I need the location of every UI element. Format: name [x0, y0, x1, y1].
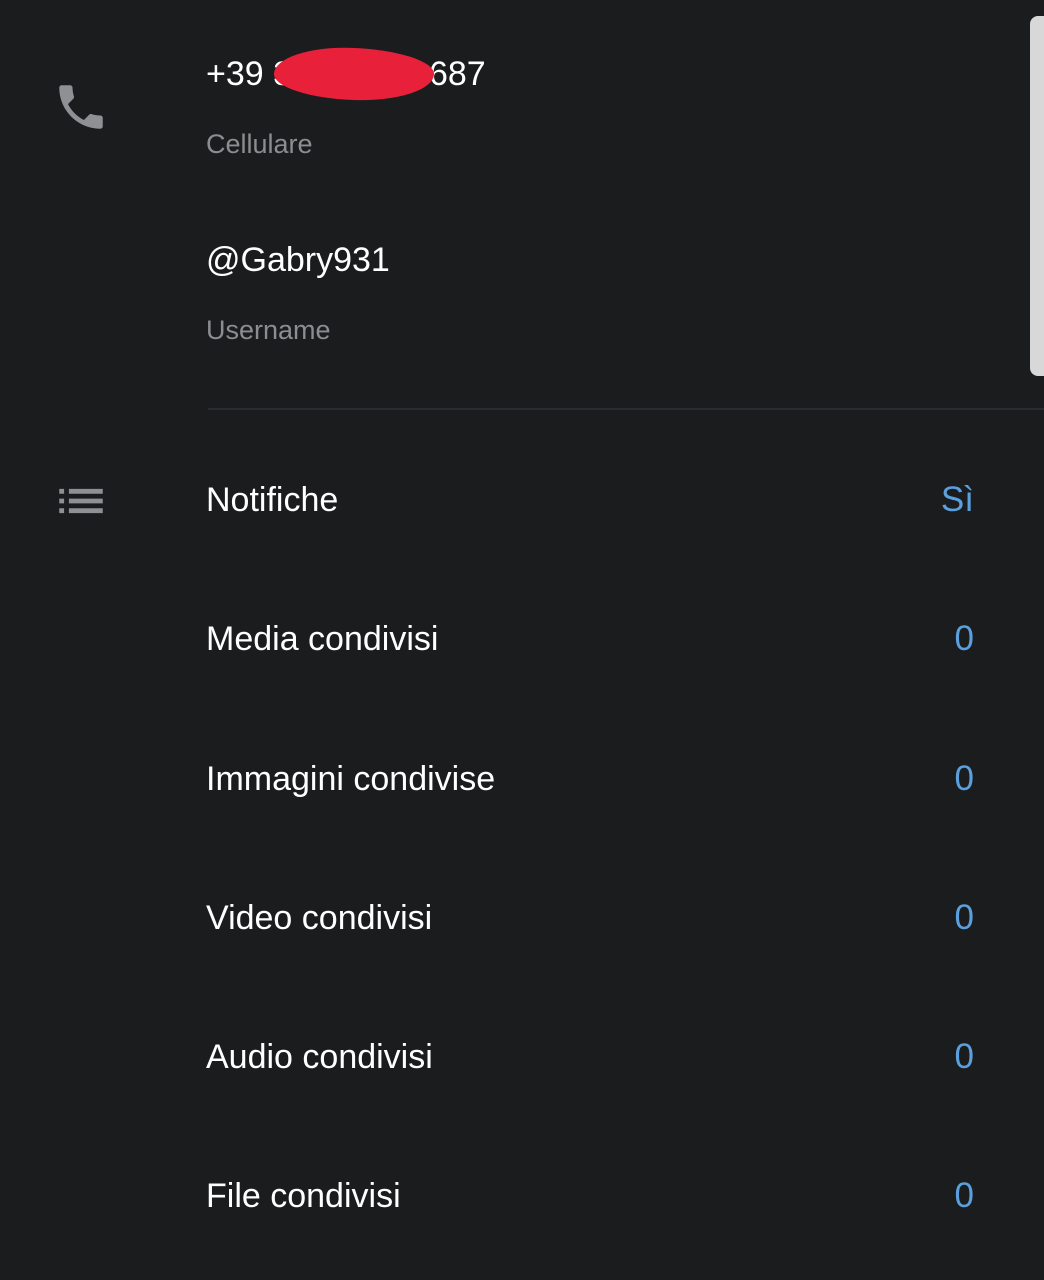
setting-value: 0	[954, 1037, 974, 1076]
setting-row-shared-videos[interactable]: Video condivisi 0	[206, 888, 974, 948]
setting-value: 0	[954, 619, 974, 658]
setting-label: File condivisi	[206, 1176, 401, 1215]
section-divider	[208, 408, 1044, 410]
username-value[interactable]: @Gabry931	[206, 240, 390, 280]
setting-row-shared-media[interactable]: Media condivisi 0	[206, 609, 974, 669]
setting-label: Audio condivisi	[206, 1037, 433, 1076]
setting-value: 0	[954, 898, 974, 937]
setting-label: Notifiche	[206, 480, 339, 519]
scrollbar-thumb[interactable]	[1030, 16, 1044, 376]
setting-label: Video condivisi	[206, 898, 433, 937]
phone-type-label: Cellulare	[206, 129, 313, 159]
setting-label: Media condivisi	[206, 619, 439, 658]
setting-row-shared-audio[interactable]: Audio condivisi 0	[206, 1027, 974, 1087]
setting-value: 0	[954, 759, 974, 798]
setting-row-notifications[interactable]: Notifiche Sì	[206, 470, 974, 530]
phone-row[interactable]: +39 3 1687 Cellulare	[206, 45, 486, 160]
list-icon	[52, 472, 110, 530]
phone-number[interactable]: +39 3 1687	[206, 45, 486, 103]
setting-row-shared-images[interactable]: Immagini condivise 0	[206, 749, 974, 809]
username-label: Username	[206, 315, 331, 345]
setting-value: 0	[954, 1176, 974, 1215]
username-row[interactable]: @Gabry931 Username	[206, 240, 390, 346]
redaction-mark	[273, 45, 435, 103]
contact-info-screen: +39 3 1687 Cellulare @Gabry931 Username N…	[0, 0, 1044, 1280]
setting-value: Sì	[940, 480, 974, 519]
setting-row-shared-files[interactable]: File condivisi 0	[206, 1166, 974, 1226]
setting-label: Immagini condivise	[206, 759, 496, 798]
phone-icon	[52, 78, 110, 136]
